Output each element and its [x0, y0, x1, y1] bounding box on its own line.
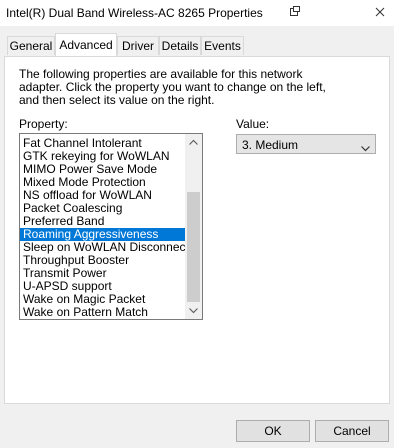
list-item[interactable]: Mixed Mode Protection [20, 176, 186, 189]
tab-general[interactable]: General [7, 36, 55, 55]
scroll-thumb[interactable] [187, 192, 200, 302]
dropdown-chevron-icon [361, 141, 370, 152]
tab-strip: General Advanced Driver Details Events [0, 33, 394, 57]
list-item[interactable]: Sleep on WoWLAN Disconnect [20, 241, 186, 254]
scroll-down-icon[interactable] [185, 302, 202, 319]
list-item[interactable]: Transmit Power [20, 267, 186, 280]
tab-details[interactable]: Details [159, 36, 201, 55]
list-item-selected[interactable]: Roaming Aggressiveness [20, 228, 186, 241]
list-item[interactable]: Wake on Magic Packet [20, 293, 186, 306]
property-label: Property: [19, 117, 68, 131]
window-icon[interactable] [289, 5, 301, 17]
tab-advanced[interactable]: Advanced [55, 33, 117, 56]
list-item[interactable]: Preferred Band [20, 215, 186, 228]
property-listbox[interactable]: Fat Channel Intolerant GTK rekeying for … [19, 133, 203, 320]
list-item[interactable]: GTK rekeying for WoWLAN [20, 150, 186, 163]
property-list: Fat Channel Intolerant GTK rekeying for … [20, 137, 186, 319]
list-scrollbar[interactable] [185, 134, 202, 319]
list-item[interactable]: NS offload for WoWLAN [20, 189, 186, 202]
list-item[interactable]: MIMO Power Save Mode [20, 163, 186, 176]
window-title: Intel(R) Dual Band Wireless-AC 8265 Prop… [6, 6, 263, 20]
tab-driver[interactable]: Driver [117, 36, 159, 55]
list-item[interactable]: Throughput Booster [20, 254, 186, 267]
title-bar: Intel(R) Dual Band Wireless-AC 8265 Prop… [0, 0, 394, 26]
cancel-button[interactable]: Cancel [315, 420, 389, 442]
value-dropdown[interactable]: 3. Medium [236, 134, 376, 154]
tab-events[interactable]: Events [201, 36, 244, 55]
close-icon[interactable] [370, 2, 390, 22]
list-item[interactable]: Packet Coalescing [20, 202, 186, 215]
value-label: Value: [236, 117, 270, 131]
list-item[interactable]: Wake on Pattern Match [20, 306, 186, 319]
panel-description: The following properties are available f… [19, 67, 326, 107]
ok-button[interactable]: OK [236, 420, 310, 442]
list-item[interactable]: Fat Channel Intolerant [20, 137, 186, 150]
value-dropdown-selected: 3. Medium [242, 138, 299, 152]
scroll-up-icon[interactable] [185, 134, 202, 151]
list-item[interactable]: U-APSD support [20, 280, 186, 293]
